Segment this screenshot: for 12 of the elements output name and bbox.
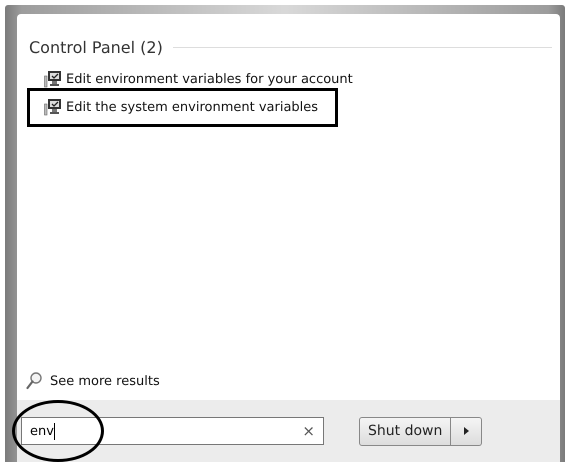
clear-button[interactable]: × — [302, 422, 315, 440]
result-item[interactable]: Edit the system environment variables — [44, 98, 318, 116]
search-field[interactable]: env × — [21, 417, 324, 445]
triangle-icon — [464, 427, 469, 435]
monitor-icon — [44, 98, 62, 116]
shut-down-options-button[interactable] — [451, 416, 482, 446]
monitor-icon — [44, 70, 62, 88]
group-heading: Control Panel (2) — [29, 38, 163, 57]
result-item[interactable]: Edit environment variables for your account — [44, 70, 353, 88]
search-icon — [26, 372, 42, 390]
shut-down-button[interactable]: Shut down — [359, 416, 452, 446]
see-more-results-link[interactable]: See more results — [26, 372, 160, 390]
